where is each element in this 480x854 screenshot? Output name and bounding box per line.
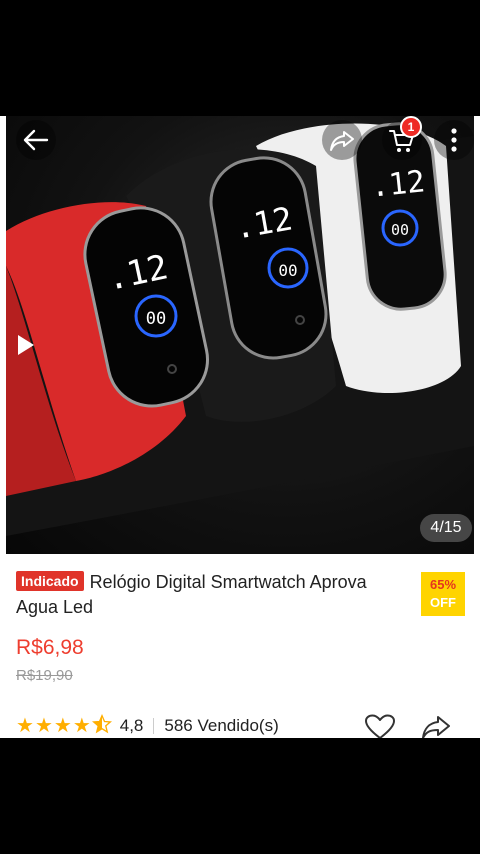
favorite-button[interactable] <box>364 714 396 738</box>
product-title-row: Indicado Relógio Digital Smartwatch Aprov… <box>16 570 410 620</box>
product-screen: .12 00 .12 00 .12 00 1 4/15 Indicado Rel… <box>0 116 480 738</box>
star-icon: ★ <box>34 715 53 737</box>
product-info: Indicado Relógio Digital Smartwatch Aprov… <box>0 554 480 738</box>
play-icon <box>18 335 34 355</box>
star-icon: ★ <box>72 715 91 737</box>
star-icon: ★ <box>53 715 72 737</box>
product-image-gallery[interactable]: .12 00 .12 00 .12 00 1 4/15 <box>6 116 474 554</box>
cart-badge: 1 <box>400 116 422 138</box>
discount-badge: 65% OFF <box>421 572 465 616</box>
heart-icon <box>365 714 395 738</box>
share-button[interactable] <box>420 714 452 738</box>
product-photo: .12 00 .12 00 .12 00 <box>6 122 474 536</box>
current-price: R$6,98 <box>16 636 84 659</box>
rating-value: 4,8 <box>119 716 144 735</box>
watch-time-white: .12 <box>369 164 427 204</box>
more-options-button[interactable] <box>434 120 474 160</box>
divider <box>153 718 155 734</box>
half-star-icon <box>91 713 112 738</box>
svg-text:00: 00 <box>278 261 297 280</box>
image-counter: 4/15 <box>420 514 472 542</box>
bottom-black-bar <box>0 738 480 854</box>
arrow-left-icon <box>23 129 49 151</box>
top-black-bar <box>0 0 480 116</box>
discount-percent: 65% <box>429 577 457 592</box>
svg-text:00: 00 <box>391 221 409 239</box>
sold-count: 586 Vendido(s) <box>164 716 279 735</box>
star-icon: ★ <box>16 715 34 737</box>
share-icon <box>422 716 450 738</box>
discount-off-label: OFF <box>430 595 456 610</box>
original-price: R$19,90 <box>16 667 73 684</box>
play-video-button[interactable] <box>6 320 44 370</box>
share-icon <box>330 131 354 151</box>
recommended-tag: Indicado <box>16 571 84 591</box>
back-button[interactable] <box>16 120 56 160</box>
svg-text:00: 00 <box>146 309 166 329</box>
share-top-button[interactable] <box>322 120 362 160</box>
more-vertical-icon <box>451 128 457 152</box>
rating-row: ★ ★ ★ ★ 4,8 586 Vendido(s) <box>16 713 279 738</box>
